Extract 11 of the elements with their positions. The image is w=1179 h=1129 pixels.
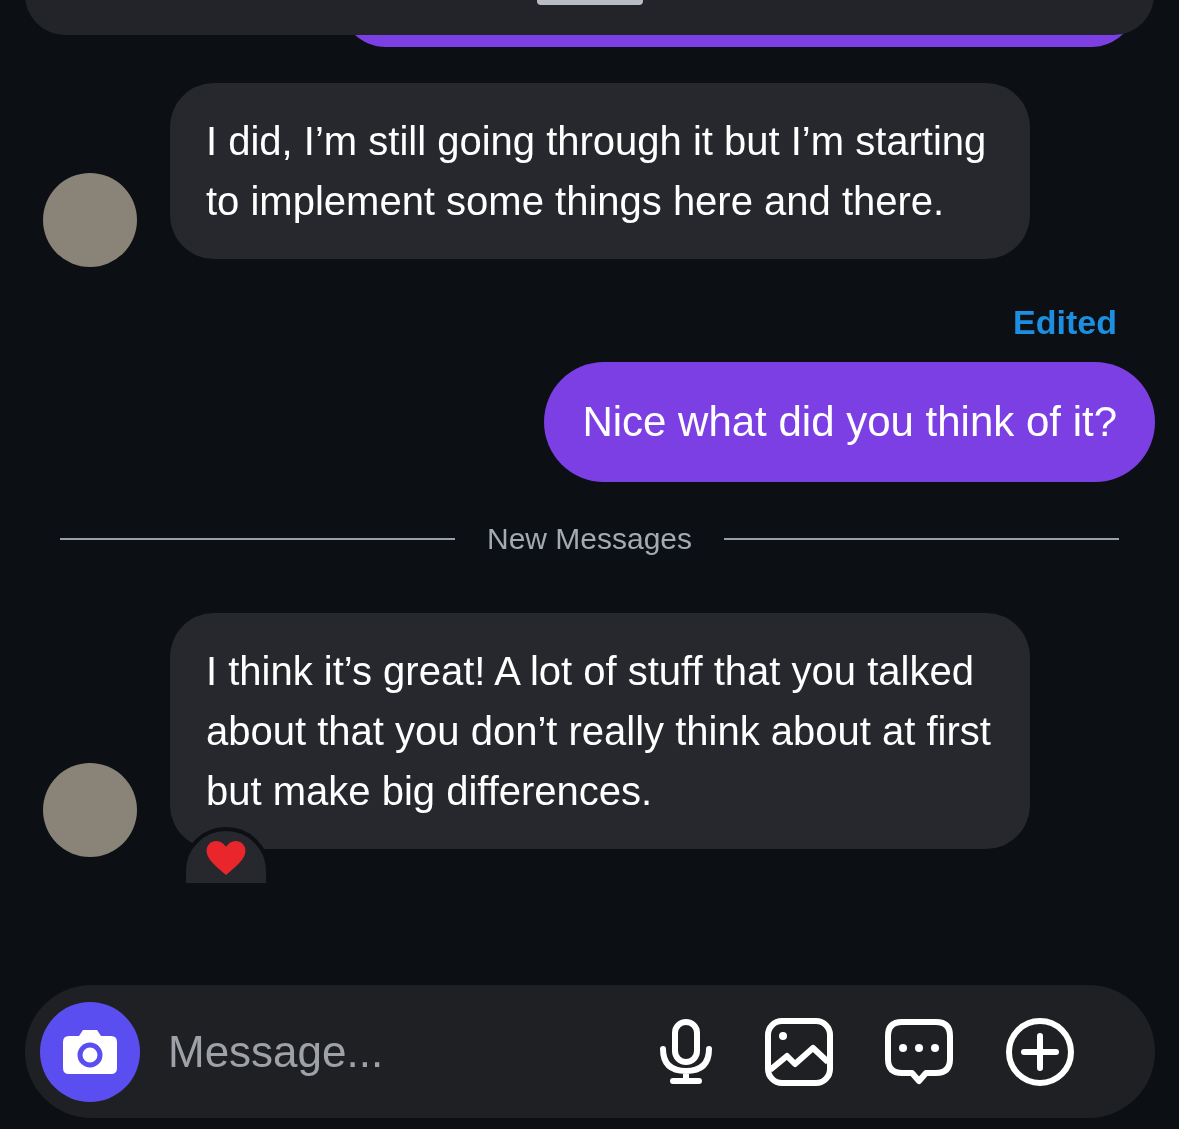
microphone-icon[interactable] (659, 1018, 713, 1085)
message-bubble: I did, I’m still going through it but I’m starting to implement some things here and there. (170, 83, 1030, 259)
image-icon[interactable] (765, 1017, 833, 1086)
camera-icon (61, 1027, 119, 1076)
chat-bubble-icon[interactable] (885, 1018, 953, 1085)
add-icon[interactable] (1005, 1016, 1075, 1087)
heart-icon (206, 841, 246, 875)
message-bubble: I think it’s great! A lot of stuff that you talked about that you don’t really think about at first but make big differences. (170, 613, 1030, 849)
divider-label: New Messages (486, 521, 693, 557)
edited-label: Edited (1013, 302, 1117, 343)
message-bubble: Nice what did you think of it? (544, 362, 1155, 482)
